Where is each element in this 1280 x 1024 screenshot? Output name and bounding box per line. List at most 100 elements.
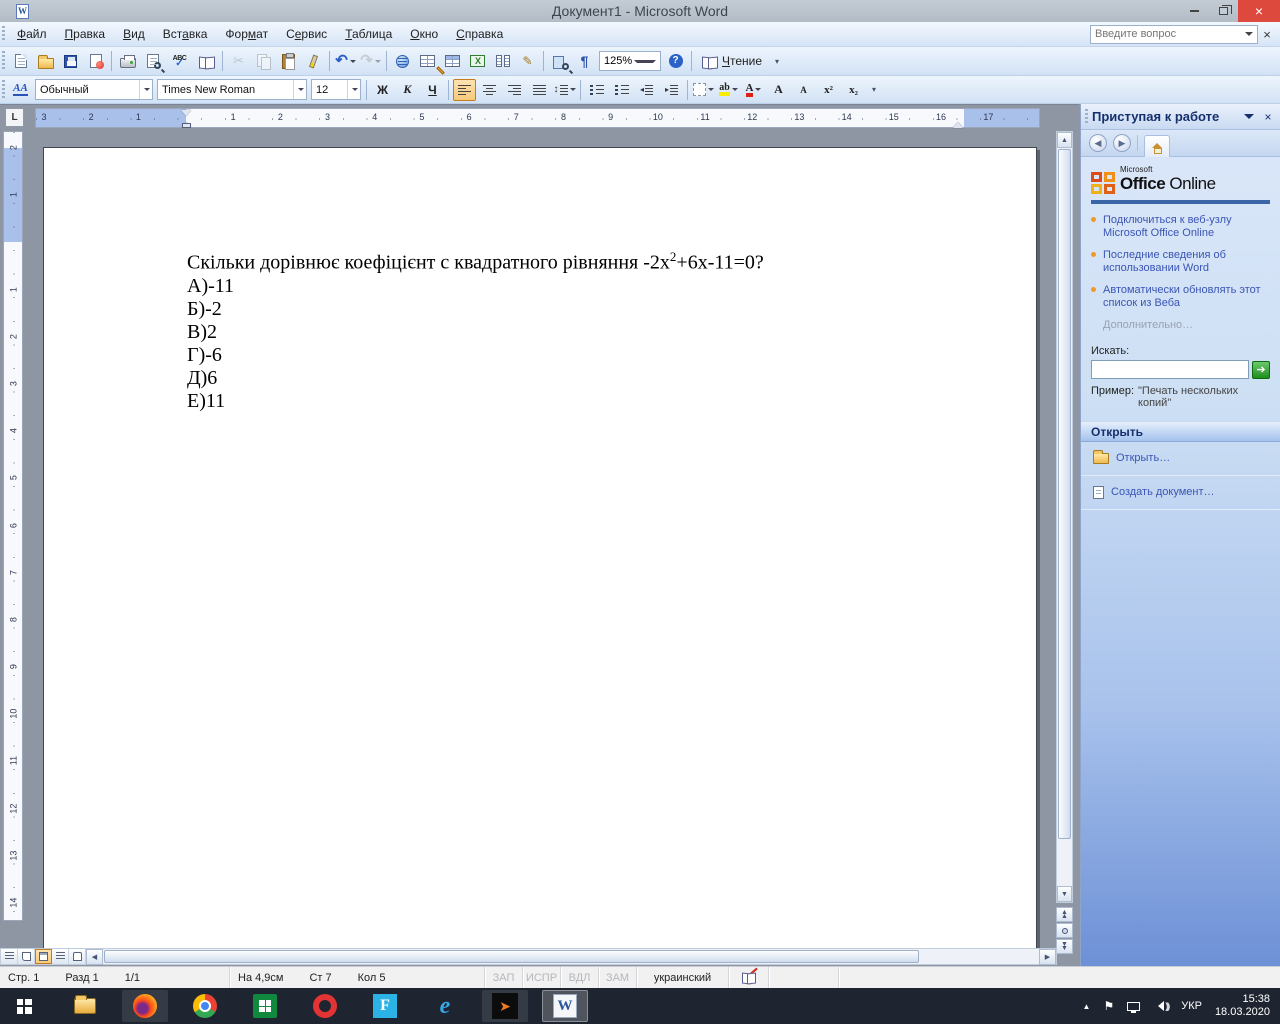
align-center-button[interactable] [478, 79, 501, 101]
toolbar-options-chevron[interactable]: ▾ [868, 78, 880, 102]
task-pane-link[interactable]: Подключиться к веб-узлу Microsoft Office… [1103, 214, 1270, 240]
new-document-button[interactable] [9, 50, 32, 72]
select-browse-object-button[interactable] [1056, 923, 1073, 938]
minimize-button[interactable] [1180, 0, 1209, 22]
undo-dropdown-icon[interactable] [349, 59, 356, 66]
status-mode[interactable]: ЗАМ [599, 967, 637, 988]
menu-item[interactable]: Сервис [277, 23, 336, 45]
document-text[interactable]: Скільки дорівнює коефіцієнт с квадратног… [44, 148, 1036, 413]
justify-button[interactable] [528, 79, 551, 101]
help-button[interactable]: ? [664, 50, 687, 72]
insert-excel-button[interactable] [466, 50, 489, 72]
menu-item[interactable]: Справка [447, 23, 512, 45]
chevron-down-icon[interactable] [731, 88, 738, 94]
bold-button[interactable]: Ж [371, 79, 394, 101]
insert-table-button[interactable] [441, 50, 464, 72]
font-size-combo[interactable]: 12 [311, 79, 361, 100]
vertical-ruler[interactable]: 21 1 2 3 4 5 6 7 8 9 10 11 12 13 14 [3, 131, 23, 921]
task-pane-menu-icon[interactable] [1244, 114, 1254, 124]
status-mode[interactable]: ИСПР [523, 967, 561, 988]
more-link[interactable]: Дополнительно… [1103, 319, 1270, 331]
task-pane-link[interactable]: Последние сведения об использовании Word [1103, 249, 1270, 275]
menubar-close-icon[interactable]: × [1258, 27, 1276, 42]
restore-button[interactable] [1209, 0, 1238, 22]
align-right-button[interactable] [503, 79, 526, 101]
search-input[interactable] [1091, 360, 1249, 379]
menu-item[interactable]: Файл [8, 23, 56, 45]
hidden-icons-arrow[interactable]: ▲ [1083, 1002, 1091, 1011]
decrease-indent-button[interactable]: ◂ [635, 79, 658, 101]
home-button[interactable] [1144, 134, 1170, 157]
shrink-font-button[interactable]: А [792, 79, 815, 101]
line-spacing-button[interactable]: ↕ [553, 79, 576, 101]
paste-button[interactable] [277, 50, 300, 72]
format-painter-button[interactable] [302, 50, 325, 72]
spelling-status[interactable] [729, 967, 769, 988]
close-button[interactable]: × [1238, 0, 1280, 22]
scroll-right-button[interactable]: ▶ [1039, 949, 1056, 965]
underline-button[interactable]: Ч [421, 79, 444, 101]
redo-dropdown-icon[interactable] [374, 59, 381, 66]
taskbar-dark-app[interactable]: ➤ [482, 990, 528, 1022]
subscript-button[interactable]: x₂ [842, 79, 865, 101]
print-preview-button[interactable] [141, 50, 164, 72]
copy-button[interactable] [252, 50, 275, 72]
hyperlink-button[interactable] [391, 50, 414, 72]
redo-button[interactable]: ↷ [359, 50, 382, 72]
left-indent-marker[interactable] [182, 123, 191, 128]
language-indicator[interactable]: УКР [1181, 1000, 1202, 1012]
taskbar-word-active[interactable]: W [542, 990, 588, 1022]
styles-pane-button[interactable]: АА [9, 79, 32, 101]
taskbar-chrome[interactable] [182, 990, 228, 1022]
volume-icon[interactable]: ))) [1153, 1001, 1170, 1011]
menu-item[interactable]: Формат [216, 23, 277, 45]
chevron-down-icon[interactable] [1245, 32, 1253, 40]
highlight-button[interactable]: ab [717, 79, 740, 101]
task-pane-close-icon[interactable]: × [1260, 110, 1276, 124]
taskbar-store[interactable] [242, 990, 288, 1022]
horizontal-scroll-thumb[interactable] [104, 950, 919, 963]
word-app-icon[interactable] [16, 3, 29, 19]
menu-item[interactable]: Окно [401, 23, 447, 45]
next-page-button[interactable]: ▼ ▼ [1056, 939, 1073, 954]
style-combo[interactable]: Обычный [35, 79, 153, 100]
network-icon[interactable] [1127, 1001, 1141, 1013]
status-mode[interactable]: ЗАП [485, 967, 523, 988]
scroll-down-button[interactable]: ▼ [1057, 886, 1072, 902]
menu-item[interactable]: Вид [114, 23, 154, 45]
reading-view-button[interactable] [69, 949, 86, 964]
italic-button[interactable]: К [396, 79, 419, 101]
scroll-up-button[interactable]: ▲ [1057, 132, 1072, 148]
open-section-header[interactable]: Открыть [1081, 421, 1280, 442]
document-map-button[interactable] [548, 50, 571, 72]
taskbar-firefox[interactable] [122, 990, 168, 1022]
status-mode[interactable]: ВДЛ [561, 967, 599, 988]
font-combo[interactable]: Times New Roman [157, 79, 307, 100]
columns-button[interactable] [491, 50, 514, 72]
scroll-left-button[interactable]: ◀ [86, 949, 103, 965]
align-left-button[interactable] [453, 78, 476, 101]
undo-button[interactable]: ↶ [334, 50, 357, 72]
read-mode-button[interactable]: Чтение [696, 50, 768, 72]
ask-question-box[interactable] [1090, 24, 1258, 44]
save-button[interactable] [59, 50, 82, 72]
search-go-button[interactable]: ➔ [1252, 360, 1270, 379]
chevron-down-icon[interactable] [569, 88, 576, 94]
start-button[interactable] [0, 988, 48, 1024]
toolbar-options-chevron[interactable]: ▾ [771, 49, 783, 73]
chevron-down-icon[interactable] [139, 80, 152, 99]
permission-button[interactable] [84, 50, 107, 72]
borders-button[interactable] [692, 79, 715, 101]
show-paragraph-button[interactable]: ¶ [573, 50, 596, 72]
drawing-button[interactable]: ✎ [516, 50, 539, 72]
menu-item[interactable]: Таблица [336, 23, 401, 45]
chevron-down-icon[interactable] [634, 59, 656, 66]
chevron-down-icon[interactable] [347, 80, 360, 99]
numbered-list-button[interactable] [585, 79, 608, 101]
forward-button[interactable]: ▶ [1113, 134, 1131, 152]
right-indent-marker[interactable] [953, 117, 963, 128]
bullet-list-button[interactable] [610, 79, 633, 101]
font-color-button[interactable]: А [742, 79, 765, 101]
horizontal-scrollbar[interactable]: ◀ ▶ [0, 948, 1057, 965]
web-layout-button[interactable] [18, 949, 35, 964]
